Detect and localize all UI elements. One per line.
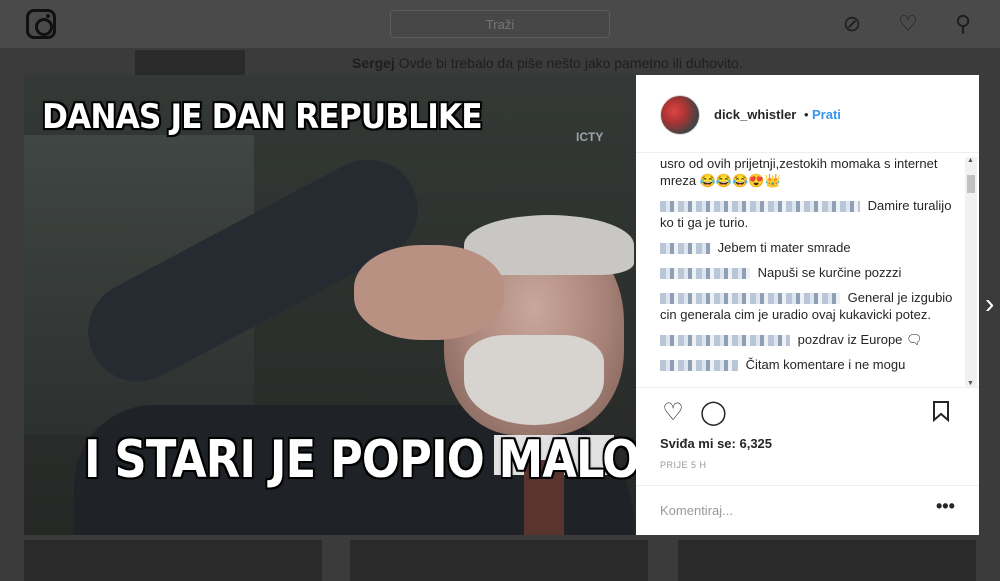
image-figure-beard [464,335,604,425]
comment-item: pozdrav iz Europe 🗨 [660,331,966,348]
redacted-username [660,268,750,280]
background-post-thumbnail [24,540,322,581]
post-header: dick_whistler • Prati [636,75,979,153]
background-comment-author: Sergej [352,55,395,71]
comment-item: Napuši se kurčine pozzzi [660,264,966,281]
image-caption-bottom: I STARI JE POPIO MALO [84,430,636,490]
next-post-chevron-icon[interactable]: › [985,290,994,318]
comment-item: Jebem ti mater smrade [660,239,966,256]
comment-text: Čitam komentare i ne mogu [745,357,906,372]
avatar[interactable] [660,95,700,135]
post-author-username[interactable]: dick_whistler [714,107,796,122]
instagram-logo-icon[interactable] [26,9,56,39]
comments-list[interactable]: usro od ovih prijetnji,zestokih momaka s… [660,153,966,385]
follow-button[interactable]: Prati [812,107,841,122]
redacted-username [660,243,710,255]
redacted-username [660,201,860,213]
comment-bubble-icon[interactable]: ◯ [700,400,727,426]
heart-icon[interactable]: ♡ [896,12,920,36]
background-comment: Sergej Ovde bi trebalo da piše nešto jak… [352,55,743,71]
post-timestamp: PRIJE 5 H [660,460,707,470]
comment-input[interactable] [660,500,920,520]
separator-dot: • [804,107,809,122]
image-figure-hand [354,245,504,340]
add-comment-section: ••• [636,485,979,535]
like-heart-icon[interactable]: ♡ [660,400,686,426]
scroll-down-icon[interactable]: ▼ [967,380,974,387]
redacted-username [660,335,790,347]
comments-scrollbar[interactable]: ▲ ▼ [965,157,977,387]
redacted-username [660,293,840,305]
post-image[interactable]: ICTY DANAS JE DAN REPUBLIKE I STARI JE P… [24,75,636,535]
background-post-thumbnail [678,540,976,581]
profile-icon[interactable]: ⚲ [951,12,975,36]
likes-count[interactable]: Sviđa mi se: 6,325 [660,436,772,451]
background-comment-text: Ovde bi trebalo da piše nešto jako pamet… [398,55,743,71]
post-actions: ♡ ◯ [636,387,979,437]
comment-item: usro od ovih prijetnji,zestokih momaka s… [660,155,966,189]
comment-item: General je izgubio cin generala cim je u… [660,289,966,323]
scroll-up-icon[interactable]: ▲ [967,157,974,164]
redacted-username [660,360,738,372]
top-navigation-bar: ⊘ ♡ ⚲ [0,0,1000,48]
comment-item: Damire turalijo ko ti ga je turio. [660,197,966,231]
background-post-thumbnail [135,50,245,75]
more-options-button[interactable]: ••• [936,496,955,517]
comment-text: usro od ovih prijetnji,zestokih momaka s… [660,156,938,188]
comment-item: Čitam komentare i ne mogu [660,356,966,373]
comment-text: Napuši se kurčine pozzzi [757,265,902,280]
post-side-panel: dick_whistler • Prati usro od ovih prije… [636,75,979,535]
bookmark-icon[interactable] [928,400,954,426]
image-caption-top: DANAS JE DAN REPUBLIKE [42,97,483,137]
scrollbar-thumb[interactable] [967,175,975,193]
comment-text: Jebem ti mater smrade [717,240,851,255]
search-input[interactable] [390,10,610,38]
comment-text: pozdrav iz Europe 🗨 [797,332,923,347]
background-post-thumbnail [350,540,648,581]
compass-icon[interactable]: ⊘ [840,12,864,36]
